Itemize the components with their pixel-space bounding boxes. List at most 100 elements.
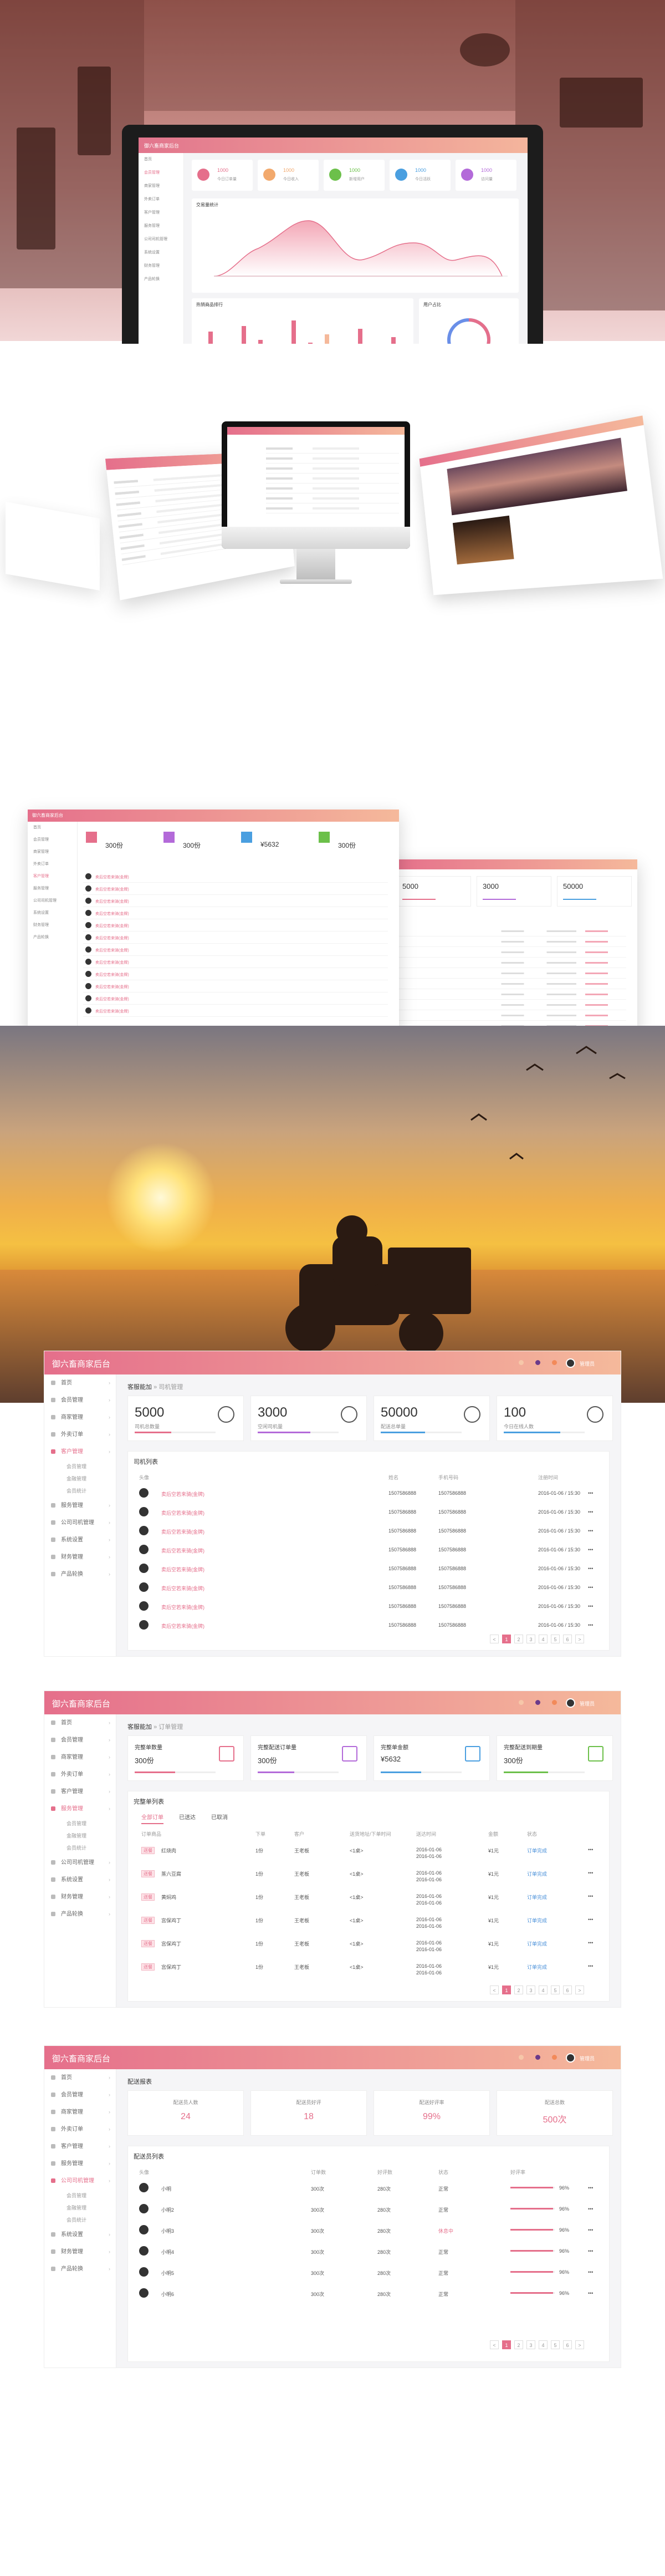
tab-1[interactable]: 已送达 <box>179 1815 196 1821</box>
mini-sidebar-item[interactable]: 公司司机管理 <box>139 233 183 246</box>
table-row[interactable]: 卖后空若来骑(金牌) 1507586888 1507586888 2016-01-06… <box>128 1560 609 1577</box>
tab-0[interactable]: 全部订单 <box>141 1815 163 1824</box>
page-button[interactable]: < <box>490 2340 499 2349</box>
more-icon[interactable]: ••• <box>588 1585 593 1590</box>
sidebar-item[interactable]: 财务管理 › <box>44 1549 116 1566</box>
page-button[interactable]: 6 <box>563 2340 572 2349</box>
sidebar-item[interactable]: 外卖订单 › <box>44 2121 116 2138</box>
table-row[interactable]: 卖后空若来骑(金牌) 1507586888 1507586888 2016-01-06… <box>128 1617 609 1633</box>
page-button[interactable]: 2 <box>514 2340 523 2349</box>
page-button[interactable]: 4 <box>539 1635 548 1643</box>
mini-sidebar-item[interactable]: 首页 <box>139 153 183 166</box>
page-button[interactable]: < <box>490 1635 499 1643</box>
table-row[interactable]: 小明4 300次 280次 正常 96% ••• <box>128 2243 609 2259</box>
order-status[interactable]: 订单完成 <box>527 1940 547 1947</box>
page-button[interactable]: > <box>575 1986 584 1994</box>
tab-2[interactable]: 已取消 <box>211 1815 228 1821</box>
sidebar-subitem[interactable]: 金融管理 <box>44 1830 116 1842</box>
duo-sidebar-item[interactable]: 系统设置 <box>28 907 77 919</box>
page-button[interactable]: 2 <box>514 1635 523 1643</box>
sidebar-item[interactable]: 服务管理 › <box>44 1800 116 1818</box>
sidebar-item[interactable]: 公司司机管理 › <box>44 1854 116 1871</box>
avatar[interactable] <box>566 1698 575 1708</box>
more-icon[interactable]: ••• <box>588 2185 593 2191</box>
notification-icon[interactable] <box>535 2055 540 2060</box>
sidebar-item[interactable]: 商家管理 › <box>44 1409 116 1426</box>
more-icon[interactable]: ••• <box>588 1870 593 1876</box>
page-button[interactable]: 5 <box>551 1635 560 1643</box>
page-button[interactable]: 4 <box>539 2340 548 2349</box>
mini-sidebar-item[interactable]: 会员管理 <box>139 166 183 180</box>
more-icon[interactable]: ••• <box>588 1893 593 1899</box>
sidebar-item[interactable]: 会员管理 › <box>44 1732 116 1749</box>
breadcrumb-main[interactable]: 配送报表 <box>127 2079 152 2085</box>
table-row[interactable]: 卖后空若来骑(金牌) 1507586888 1507586888 2016-01-06… <box>128 1541 609 1558</box>
table-row[interactable]: 小明2 300次 280次 正常 96% ••• <box>128 2201 609 2217</box>
duo-sidebar-item[interactable]: 公司司机管理 <box>28 895 77 907</box>
sidebar-subitem[interactable]: 金融管理 <box>44 1473 116 1485</box>
duo-sidebar-item[interactable]: 财务管理 <box>28 919 77 931</box>
page-button[interactable]: 1 <box>502 1986 511 1994</box>
sidebar-item[interactable]: 商家管理 › <box>44 1749 116 1766</box>
message-icon[interactable] <box>519 1360 524 1365</box>
duo-sidebar-item[interactable]: 首页 <box>28 822 77 834</box>
table-row[interactable]: 送餐 宫保鸡丁 1份 王老板 <1桌> 2016-01-06 2016-01-06 ¥1元 订单… <box>128 1934 609 1957</box>
duo-sidebar-item[interactable]: 会员管理 <box>28 834 77 846</box>
order-status[interactable]: 订单完成 <box>527 1963 547 1971</box>
table-row[interactable]: 卖后空若来骑(金牌) 1507586888 1507586888 2016-01-06… <box>128 1598 609 1615</box>
table-row[interactable]: 卖后空若来骑(金牌) 1507586888 1507586888 2016-01-06… <box>128 1485 609 1501</box>
table-row[interactable]: 小明5 300次 280次 正常 96% ••• <box>128 2264 609 2280</box>
table-row[interactable]: 送餐 红烧肉 1份 王老板 <1桌> 2016-01-06 2016-01-06 ¥1元 订单完… <box>128 1841 609 1864</box>
page-button[interactable]: 3 <box>526 1635 535 1643</box>
sidebar-item[interactable]: 客户管理 › <box>44 2138 116 2155</box>
table-row[interactable]: 送餐 黄焖鸡 1份 王老板 <1桌> 2016-01-06 2016-01-06 ¥1元 订单完… <box>128 1888 609 1910</box>
setting-icon[interactable] <box>552 1360 557 1365</box>
sidebar-item[interactable]: 服务管理 › <box>44 1497 116 1514</box>
avatar[interactable] <box>566 2053 575 2063</box>
sidebar-item[interactable]: 产品轮换 › <box>44 1566 116 1583</box>
sidebar-subitem[interactable]: 会员管理 <box>44 2190 116 2202</box>
duo-sidebar-item[interactable]: 产品轮换 <box>28 931 77 944</box>
page-button[interactable]: > <box>575 1635 584 1643</box>
more-icon[interactable]: ••• <box>588 2269 593 2275</box>
more-icon[interactable]: ••• <box>588 2227 593 2233</box>
sidebar-item[interactable]: 会员管理 › <box>44 1392 116 1409</box>
setting-icon[interactable] <box>552 2055 557 2060</box>
sidebar-item[interactable]: 会员管理 › <box>44 2086 116 2104</box>
table-row[interactable]: 卖后空若来骑(金牌) 1507586888 1507586888 2016-01-06… <box>128 1523 609 1539</box>
page-button[interactable]: < <box>490 1986 499 1994</box>
notification-icon[interactable] <box>535 1700 540 1705</box>
table-row[interactable]: 卖后空若来骑(金牌) 1507586888 1507586888 2016-01-06… <box>128 1579 609 1596</box>
more-icon[interactable]: ••• <box>588 1547 593 1552</box>
more-icon[interactable]: ••• <box>588 1509 593 1515</box>
table-row[interactable]: 小明3 300次 280次 休息中 96% ••• <box>128 2222 609 2238</box>
mini-sidebar-item[interactable]: 产品轮换 <box>139 273 183 286</box>
more-icon[interactable]: ••• <box>588 2248 593 2254</box>
order-status[interactable]: 订单完成 <box>527 1893 547 1901</box>
page-button[interactable]: 2 <box>514 1986 523 1994</box>
sidebar-item[interactable]: 服务管理 › <box>44 2155 116 2172</box>
more-icon[interactable]: ••• <box>588 2290 593 2296</box>
more-icon[interactable]: ••• <box>588 1963 593 1969</box>
sidebar-item[interactable]: 首页 › <box>44 1714 116 1732</box>
sidebar-item[interactable]: 系统设置 › <box>44 1871 116 1888</box>
table-row[interactable]: 小明 300次 280次 正常 96% ••• <box>128 2180 609 2196</box>
sidebar-item[interactable]: 系统设置 › <box>44 1531 116 1549</box>
sidebar-subitem[interactable]: 会员统计 <box>44 2214 116 2226</box>
table-row[interactable]: 小明6 300次 280次 正常 96% ••• <box>128 2285 609 2302</box>
sidebar-item[interactable]: 产品轮换 › <box>44 1906 116 1923</box>
sidebar-item[interactable]: 首页 › <box>44 2069 116 2086</box>
duo-sidebar-item[interactable]: 外卖订单 <box>28 858 77 870</box>
breadcrumb-main[interactable]: 客服能加 <box>127 1384 152 1391</box>
duo-sidebar-item[interactable]: 商家管理 <box>28 846 77 858</box>
more-icon[interactable]: ••• <box>588 1490 593 1496</box>
page-button[interactable]: 3 <box>526 1986 535 1994</box>
more-icon[interactable]: ••• <box>588 1917 593 1922</box>
sidebar-subitem[interactable]: 会员统计 <box>44 1842 116 1854</box>
sidebar-item[interactable]: 系统设置 › <box>44 2226 116 2243</box>
page-button[interactable]: 4 <box>539 1986 548 1994</box>
sidebar-subitem[interactable]: 金融管理 <box>44 2202 116 2214</box>
page-button[interactable]: 6 <box>563 1635 572 1643</box>
mini-sidebar-item[interactable]: 财务管理 <box>139 259 183 273</box>
mini-sidebar-item[interactable]: 客户管理 <box>139 206 183 220</box>
